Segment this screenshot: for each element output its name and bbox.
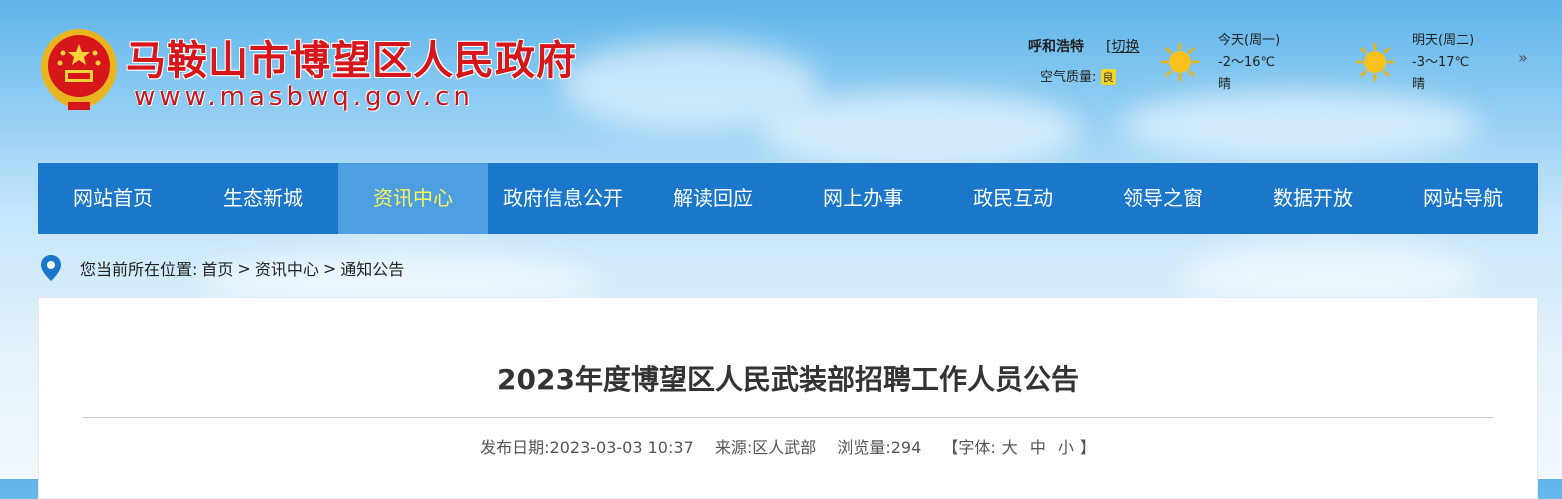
- nav-item-online-services[interactable]: 网上办事: [788, 163, 938, 234]
- air-quality-badge: 良: [1100, 69, 1116, 85]
- tomorrow-label: 明天(周二): [1412, 33, 1475, 48]
- breadcrumb-prefix: 您当前所在位置:: [80, 260, 198, 279]
- nav-item-gov-info[interactable]: 政府信息公开: [488, 163, 638, 234]
- weather-tomorrow: 明天(周二) -3～17℃ 晴: [1412, 30, 1474, 96]
- national-emblem-icon: [41, 29, 117, 110]
- views-label: 浏览量:: [837, 438, 891, 457]
- article-title: 2023年度博望区人民武装部招聘工作人员公告: [497, 363, 1079, 396]
- weather-today: 今天(周一) -2～16℃ 晴: [1218, 30, 1280, 96]
- nav-item-home[interactable]: 网站首页: [38, 163, 188, 234]
- source-value: 区人武部: [752, 438, 817, 457]
- weather-city: 呼和浩特: [1028, 39, 1084, 55]
- site-url[interactable]: www.masbwq.gov.cn: [134, 82, 474, 112]
- nav-item-leadership[interactable]: 领导之窗: [1088, 163, 1238, 234]
- main-nav: 网站首页 生态新城 资讯中心 政府信息公开 解读回应 网上办事 政民互动 领导之…: [38, 163, 1538, 234]
- breadcrumb: 您当前所在位置: 首页 > 资讯中心 > 通知公告: [40, 254, 408, 282]
- sun-icon: [1356, 43, 1394, 81]
- font-small-button[interactable]: 小: [1058, 438, 1074, 457]
- weather-widget: 呼和浩特 [切换 空气质量: 良 今天(周一) -2～16℃ 晴 明天(周二) …: [1020, 30, 1540, 110]
- nav-item-open-data[interactable]: 数据开放: [1238, 163, 1388, 234]
- air-quality-label: 空气质量:: [1040, 70, 1097, 85]
- breadcrumb-home[interactable]: 首页: [201, 256, 233, 280]
- breadcrumb-news-center[interactable]: 资讯中心: [255, 256, 319, 280]
- today-label: 今天(周一): [1218, 33, 1281, 48]
- nav-item-interaction[interactable]: 政民互动: [938, 163, 1088, 234]
- publish-date: 发布日期:2023-03-03 10:37: [480, 438, 694, 457]
- font-large-button[interactable]: 大: [1002, 438, 1018, 457]
- nav-item-eco-city[interactable]: 生态新城: [188, 163, 338, 234]
- site-header: 马鞍山市博望区人民政府 www.masbwq.gov.cn 呼和浩特 [切换 空…: [0, 0, 1562, 163]
- publish-date-value: 2023-03-03 10:37: [549, 438, 694, 457]
- site-title[interactable]: 马鞍山市博望区人民政府: [126, 28, 577, 86]
- breadcrumb-separator: >: [322, 258, 337, 278]
- nav-item-news-center[interactable]: 资讯中心: [338, 163, 488, 234]
- nav-item-site-map[interactable]: 网站导航: [1388, 163, 1538, 234]
- title-divider: [83, 417, 1493, 418]
- breadcrumb-separator: >: [237, 258, 251, 278]
- tomorrow-temp: -3～17℃: [1412, 55, 1470, 70]
- source: 来源:区人武部: [715, 438, 816, 457]
- publish-date-label: 发布日期:: [480, 438, 550, 457]
- font-size-control: 【字体: 大中小】: [942, 438, 1095, 457]
- tomorrow-condition: 晴: [1412, 77, 1426, 92]
- breadcrumb-notices[interactable]: 通知公告: [340, 256, 404, 280]
- city-switch-link[interactable]: 切换: [1111, 39, 1139, 55]
- location-pin-icon: [41, 255, 61, 281]
- font-medium-button[interactable]: 中: [1030, 438, 1046, 457]
- article-meta: 发布日期:2023-03-03 10:37 来源:区人武部 浏览量:294 【字…: [39, 434, 1537, 458]
- source-label: 来源:: [714, 438, 753, 457]
- today-temp: -2～16℃: [1218, 55, 1276, 70]
- views-value: 294: [890, 438, 922, 457]
- article-panel: 2023年度博望区人民武装部招聘工作人员公告 发布日期:2023-03-03 1…: [38, 297, 1538, 499]
- nav-item-interpretation[interactable]: 解读回应: [638, 163, 788, 234]
- sun-icon: [1161, 43, 1199, 81]
- city-switch: [切换: [1106, 36, 1139, 56]
- air-quality: 空气质量: 良: [1040, 66, 1116, 85]
- font-label-close: 】: [1079, 438, 1096, 457]
- double-chevron-right-icon[interactable]: »: [1518, 48, 1528, 67]
- view-count: 浏览量:294: [837, 438, 921, 457]
- font-label-open: 【字体:: [942, 438, 996, 457]
- today-condition: 晴: [1218, 77, 1232, 92]
